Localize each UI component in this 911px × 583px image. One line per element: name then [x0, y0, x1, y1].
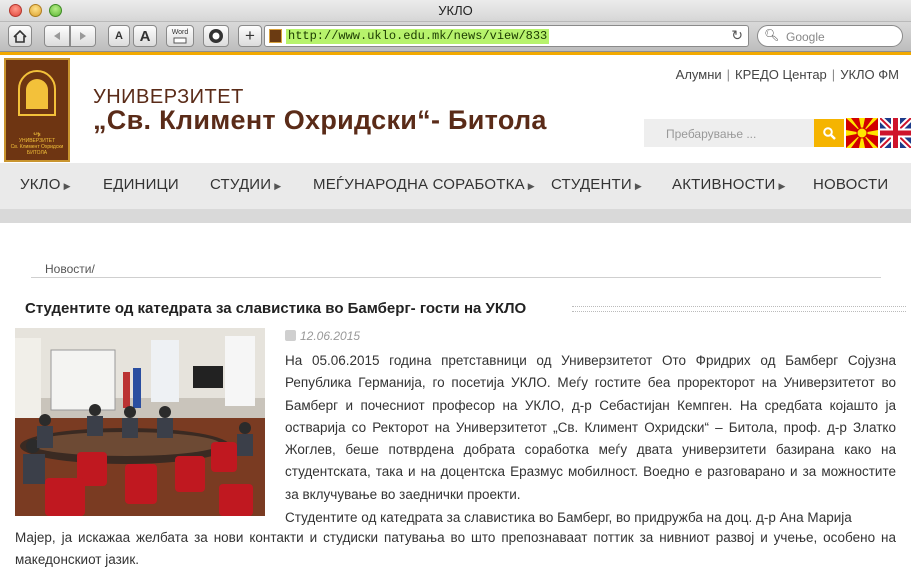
- site-title-line2: „Св. Климент Охридски“- Битола: [93, 105, 547, 135]
- home-icon: [13, 29, 27, 43]
- nav-item-aktivnosti[interactable]: АКТИВНОСТИ ▶: [672, 176, 786, 193]
- reload-icon[interactable]: ↻: [731, 27, 743, 44]
- browser-search-placeholder: Google: [786, 30, 825, 44]
- nav-subbar: [0, 209, 911, 223]
- article-paragraph-2: Студентите од катедрата за славистика во…: [285, 510, 852, 525]
- meeting-room-photo: [15, 328, 265, 516]
- window-titlebar: УКЛО: [0, 0, 911, 22]
- title-dotted-rule: [572, 306, 906, 312]
- logo-text: ⰂⰍ УНИВЕРЗИТЕТ Св. Климент Охридски БИТОЛА: [10, 132, 64, 156]
- browser-toolbar: A A Word + http://www.uklo.edu.mk/news/v…: [0, 22, 911, 52]
- nav-item-edinici[interactable]: ЕДИНИЦИ: [103, 176, 179, 193]
- arrow-right-icon: ▶: [63, 181, 71, 191]
- nav-label: УКЛО: [20, 176, 61, 193]
- word-export-button[interactable]: Word: [166, 25, 194, 47]
- nav-label: МЕЃУНАРОДНА СОРАБОТКА: [313, 176, 525, 193]
- nav-item-megjunarodna[interactable]: МЕЃУНАРОДНА СОРАБОТКА ▶: [313, 176, 535, 193]
- forward-button[interactable]: [70, 25, 96, 47]
- extension-button[interactable]: [203, 25, 229, 47]
- nav-label: СТУДЕНТИ: [551, 176, 632, 193]
- article-title: Студентите од катедрата за славистика во…: [25, 300, 527, 317]
- word-label: Word: [171, 28, 189, 36]
- language-mk-flag-icon[interactable]: [846, 118, 878, 148]
- address-bar[interactable]: http://www.uklo.edu.mk/news/view/833 ↻: [264, 25, 749, 47]
- arrow-right-icon: ▶: [634, 181, 643, 191]
- text-larger-button[interactable]: A: [133, 25, 157, 47]
- site-search-button[interactable]: [814, 119, 844, 147]
- article-photo: [15, 328, 265, 516]
- nav-item-uklo[interactable]: УКЛО ▶: [20, 176, 71, 193]
- article-paragraph-1: На 05.06.2015 година претставници од Уни…: [285, 353, 896, 502]
- logo-arch-inner: [26, 79, 48, 109]
- article-date: 12.06.2015: [285, 329, 360, 343]
- arrow-right-icon: ▶: [527, 181, 535, 191]
- arrow-right-icon: ▶: [274, 181, 282, 191]
- link-uklo-fm[interactable]: УКЛО ФМ: [840, 67, 899, 82]
- article-date-text: 12.06.2015: [300, 329, 361, 343]
- home-button[interactable]: [8, 25, 32, 47]
- magnifier-icon: 🔍︎: [764, 28, 780, 42]
- university-logo[interactable]: ⰂⰍ УНИВЕРЗИТЕТ Св. Климент Охридски БИТОЛА: [4, 58, 70, 162]
- language-en-flag-icon[interactable]: [880, 118, 911, 148]
- search-icon: [822, 126, 836, 140]
- main-navigation: УКЛО ▶ ЕДИНИЦИ СТУДИИ ▶ МЕЃУНАРОДНА СОРАБО…: [0, 163, 911, 209]
- shield-icon: [209, 29, 223, 43]
- browser-search-field[interactable]: 🔍︎ Google: [757, 25, 903, 47]
- breadcrumb-divider: [31, 277, 881, 278]
- document-icon: [173, 37, 187, 43]
- nav-label: АКТИВНОСТИ: [672, 176, 776, 193]
- calendar-icon: [285, 330, 296, 341]
- address-url[interactable]: http://www.uklo.edu.mk/news/view/833: [286, 29, 550, 44]
- back-arrow-icon: [54, 32, 60, 40]
- text-smaller-button[interactable]: A: [108, 25, 130, 47]
- top-links: Алумни | КРЕДО Центар | УКЛО ФМ: [675, 67, 899, 82]
- site-search-input[interactable]: Пребарување ...: [644, 119, 814, 147]
- link-alumni[interactable]: Алумни: [676, 67, 722, 82]
- site-favicon-icon: [269, 29, 282, 43]
- nav-label: НОВОСТИ: [813, 176, 889, 193]
- breadcrumb[interactable]: Новости/: [45, 262, 95, 276]
- nav-label: СТУДИИ: [210, 176, 272, 193]
- uk-flag-cross: [880, 118, 911, 148]
- forward-arrow-icon: [80, 32, 86, 40]
- nav-item-studii[interactable]: СТУДИИ ▶: [210, 176, 281, 193]
- add-bookmark-button[interactable]: +: [238, 25, 262, 47]
- article-paragraph-3: Мајер, ја искажаа желбата за нови контак…: [15, 530, 896, 568]
- nav-label: ЕДИНИЦИ: [103, 176, 179, 193]
- nav-item-novosti[interactable]: НОВОСТИ: [813, 176, 888, 193]
- window-title: УКЛО: [438, 3, 473, 18]
- arrow-right-icon: ▶: [778, 181, 786, 191]
- back-button[interactable]: [44, 25, 70, 47]
- accent-line: [0, 52, 911, 55]
- link-kredo[interactable]: КРЕДО Центар: [735, 67, 827, 82]
- nav-item-studenti[interactable]: СТУДЕНТИ ▶: [551, 176, 642, 193]
- mk-flag-rays: [846, 118, 878, 148]
